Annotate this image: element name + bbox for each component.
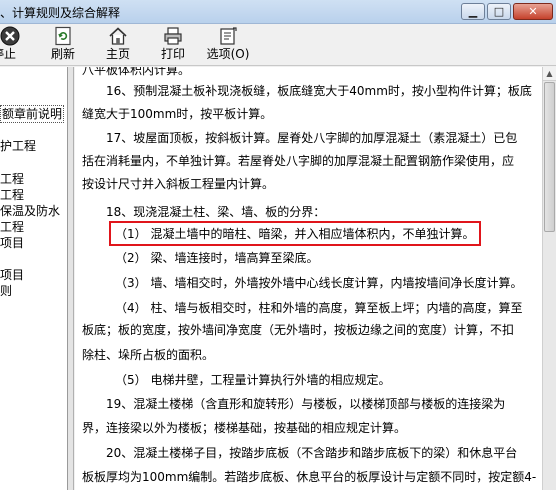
content-line: 板板厚均为100mm编制。若踏步底板、休息平台的板厚设计与定额不同时，按定额4- [82, 470, 537, 484]
content-line: 16、预制混凝土板补现浇板缝，板底缝宽大于40mm时，按小型构件计算；板底 [106, 84, 532, 98]
content-line: 18、现浇混凝土柱、梁、墙、板的分界： [106, 205, 326, 219]
sidebar-item-engineering-1[interactable]: 工程 [0, 171, 24, 187]
toolbar: 停止 刷新 主页 打印 选项(O) [0, 24, 556, 66]
stop-button[interactable]: 停止 [0, 26, 24, 64]
options-icon [220, 27, 237, 45]
refresh-icon [55, 26, 71, 46]
maximize-button[interactable]: □ [487, 3, 511, 20]
sidebar-tree[interactable]: 额章前说明 护工程 工程 工程 保温及防水 工程 项目 项目 则 [0, 67, 68, 490]
sidebar-item-chapter-notes[interactable]: 额章前说明 [0, 105, 65, 123]
content-line: 板底；板的宽度，按外墙间净宽度（无外墙时，按板边缘之间的宽度）计算，不扣 [82, 323, 515, 337]
sidebar-item-project-1[interactable]: 项目 [0, 235, 24, 251]
stop-icon [0, 26, 20, 46]
sidebar-item-project-2[interactable]: 项目 [0, 267, 24, 283]
sidebar-item-insulation[interactable]: 保温及防水 [0, 203, 60, 219]
content-line: （4） 柱、墙与板相交时，柱和外墙的高度，算至板上坪；内墙的高度，算至 [115, 301, 523, 315]
home-label: 主页 [105, 47, 130, 61]
content-line: 17、坡屋面顶板，按斜板计算。屋脊处八字脚的加厚混凝土（素混凝土）已包 [106, 131, 518, 145]
home-icon [109, 27, 127, 45]
vertical-scrollbar[interactable]: ▲ [542, 67, 556, 490]
sidebar-item-engineering-3[interactable]: 工程 [0, 219, 24, 235]
content-line: 除柱、垛所占板的面积。 [82, 348, 215, 362]
stop-label: 停止 [0, 47, 17, 61]
refresh-label: 刷新 [50, 47, 75, 61]
sidebar-item-rules[interactable]: 则 [0, 283, 12, 299]
scrollbar-thumb[interactable] [544, 82, 555, 232]
content-line: （3） 墙、墙相交时，外墙按外墙中心线长度计算，内墙按墙间净长度计算。 [115, 276, 523, 290]
content-line: 缝宽大于100mm时，按平板计算。 [82, 107, 273, 121]
refresh-button[interactable]: 刷新 [48, 26, 78, 64]
options-button[interactable]: 选项(O) [205, 26, 251, 64]
scroll-up-arrow-icon[interactable]: ▲ [543, 67, 556, 81]
document-content: 八平板体积内计算。 16、预制混凝土板补现浇板缝，板底缝宽大于40mm时，按小型… [75, 67, 542, 490]
sidebar-item-protection[interactable]: 护工程 [0, 138, 36, 154]
sidebar-item-engineering-2[interactable]: 工程 [0, 187, 24, 203]
home-button[interactable]: 主页 [103, 26, 133, 64]
content-line: 20、混凝土楼梯子目，按踏步底板（不含踏步和踏步底板下的梁）和休息平台 [106, 446, 518, 460]
title-bar: 、计算规则及综合解释 ▁ □ ✕ [0, 0, 556, 24]
options-label: 选项(O) [206, 47, 250, 61]
content-line: 界，连接梁以外为楼板；楼梯基础，按基础的相应规定计算。 [82, 421, 407, 435]
window-title: 、计算规则及综合解释 [0, 6, 121, 20]
print-label: 打印 [160, 47, 185, 61]
close-button[interactable]: ✕ [513, 3, 553, 20]
pane-splitter[interactable] [68, 67, 74, 490]
content-line: 八平板体积内计算。 [82, 67, 191, 77]
content-line: 按设计尺寸并入斜板工程量内计算。 [82, 177, 275, 191]
content-line-highlighted: （1） 混凝土墙中的暗柱、暗梁，并入相应墙体积内，不单独计算。 [115, 227, 475, 241]
content-line: （2） 梁、墙连接时，墙高算至梁底。 [115, 251, 319, 265]
print-button[interactable]: 打印 [158, 26, 188, 64]
minimize-button[interactable]: ▁ [461, 3, 485, 20]
content-line: 19、混凝土楼梯（含直形和旋转形）与楼板，以楼梯顶部与楼板的连接梁为 [106, 397, 506, 411]
content-line: （5） 电梯井壁，工程量计算执行外墙的相应规定。 [115, 373, 391, 387]
content-line: 括在消耗量内，不单独计算。若屋脊处八字脚的加厚混凝土配置钢筋作梁使用，应 [82, 154, 515, 168]
printer-icon [164, 27, 182, 45]
